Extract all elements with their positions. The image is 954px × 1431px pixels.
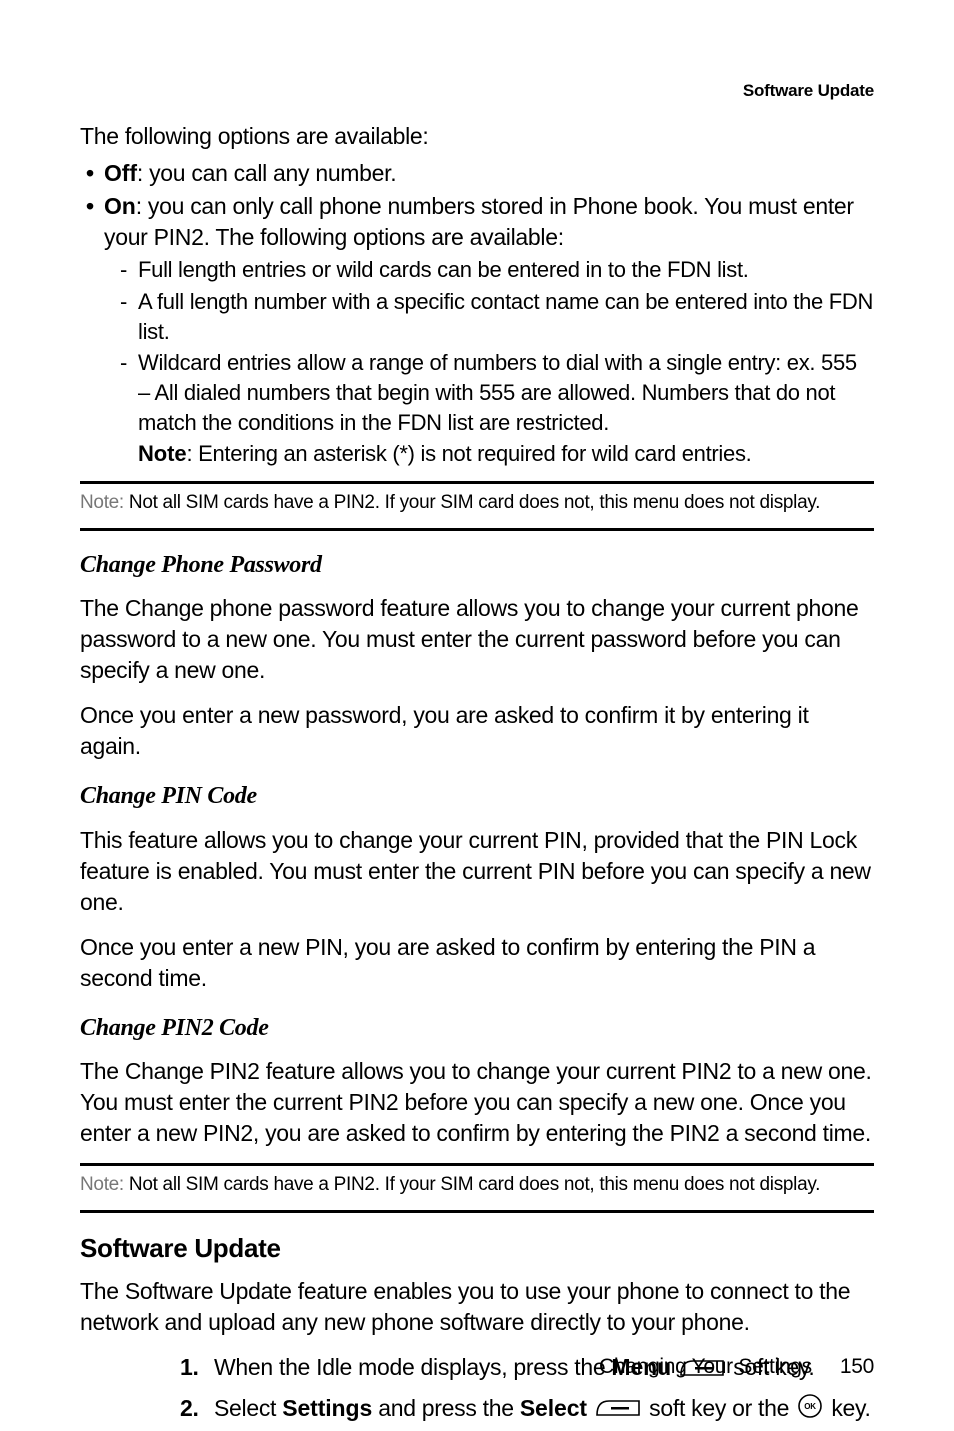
- intro-text: The following options are available:: [80, 121, 874, 152]
- bullet-on: • On: you can only call phone numbers st…: [80, 191, 874, 253]
- paragraph: The Software Update feature enables you …: [80, 1276, 874, 1338]
- softkey-icon: [595, 1394, 641, 1425]
- divider: [80, 481, 874, 484]
- divider: [80, 528, 874, 531]
- sub-bullet: - Full length entries or wild cards can …: [80, 255, 874, 285]
- divider: [80, 1163, 874, 1166]
- dash-marker: -: [120, 348, 138, 437]
- footer-section: Changing Your Settings: [599, 1355, 812, 1378]
- heading-change-pin: Change PIN Code: [80, 780, 874, 812]
- page-header: Software Update: [80, 80, 874, 103]
- bullet-marker: •: [86, 191, 104, 253]
- paragraph: This feature allows you to change your c…: [80, 825, 874, 918]
- svg-text:OK: OK: [805, 1402, 817, 1411]
- heading-software-update: Software Update: [80, 1231, 874, 1266]
- step-number: 1.: [180, 1352, 214, 1384]
- page-footer: Changing Your Settings 150: [599, 1353, 874, 1381]
- sub-bullet-text: Full length entries or wild cards can be…: [138, 255, 874, 285]
- page-number: 150: [840, 1355, 874, 1378]
- sub-bullet-text: A full length number with a specific con…: [138, 287, 874, 346]
- dash-marker: -: [120, 255, 138, 285]
- step-text: Select Settings and press the Select sof…: [214, 1393, 874, 1427]
- bullet-text: Off: you can call any number.: [104, 158, 874, 189]
- paragraph: The Change PIN2 feature allows you to ch…: [80, 1056, 874, 1149]
- bullet-marker: •: [86, 158, 104, 189]
- heading-change-pin2: Change PIN2 Code: [80, 1012, 874, 1044]
- paragraph: Once you enter a new PIN, you are asked …: [80, 932, 874, 994]
- dash-marker: -: [120, 287, 138, 346]
- step-2: 2. Select Settings and press the Select …: [80, 1393, 874, 1427]
- paragraph: The Change phone password feature allows…: [80, 593, 874, 686]
- divider: [80, 1210, 874, 1213]
- bullet-text: On: you can only call phone numbers stor…: [104, 191, 874, 253]
- sub-bullet: - Wildcard entries allow a range of numb…: [80, 348, 874, 437]
- note-block: Note: Not all SIM cards have a PIN2. If …: [80, 1172, 874, 1198]
- note-inline: Note: Entering an asterisk (*) is not re…: [80, 439, 874, 469]
- note-block: Note: Not all SIM cards have a PIN2. If …: [80, 490, 874, 516]
- sub-bullet-text: Wildcard entries allow a range of number…: [138, 348, 874, 437]
- paragraph: Once you enter a new password, you are a…: [80, 700, 874, 762]
- bullet-off: • Off: you can call any number.: [80, 158, 874, 189]
- step-number: 2.: [180, 1393, 214, 1427]
- heading-change-phone-password: Change Phone Password: [80, 549, 874, 581]
- ok-key-icon: OK: [797, 1393, 823, 1427]
- sub-bullet: - A full length number with a specific c…: [80, 287, 874, 346]
